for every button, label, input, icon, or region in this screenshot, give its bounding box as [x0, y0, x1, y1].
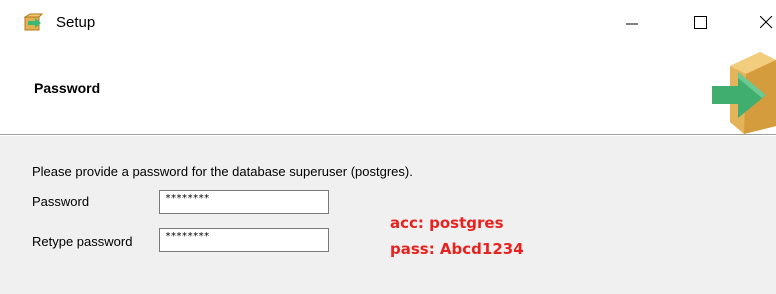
setup-app-icon — [23, 12, 44, 32]
close-icon — [760, 16, 773, 29]
maximize-icon — [694, 16, 707, 29]
retype-password-field[interactable]: ******** — [159, 228, 329, 252]
retype-password-label: Retype password — [32, 234, 133, 249]
instruction-text: Please provide a password for the databa… — [32, 164, 413, 179]
title-bar: Setup — [0, 0, 776, 52]
window-title: Setup — [56, 14, 96, 31]
annotation-password: pass: Abcd1234 — [390, 240, 524, 258]
maximize-button[interactable] — [676, 0, 726, 46]
install-box-arrow-icon — [708, 52, 776, 134]
wizard-header: Password — [0, 52, 776, 134]
password-field[interactable]: ******** — [159, 190, 329, 214]
header-divider-highlight — [0, 135, 776, 136]
annotation-account: acc: postgres — [390, 214, 504, 232]
close-button[interactable] — [742, 0, 776, 46]
password-label: Password — [32, 194, 90, 209]
minimize-button[interactable] — [608, 0, 658, 46]
minimize-icon — [626, 23, 638, 25]
page-title: Password — [34, 80, 101, 96]
